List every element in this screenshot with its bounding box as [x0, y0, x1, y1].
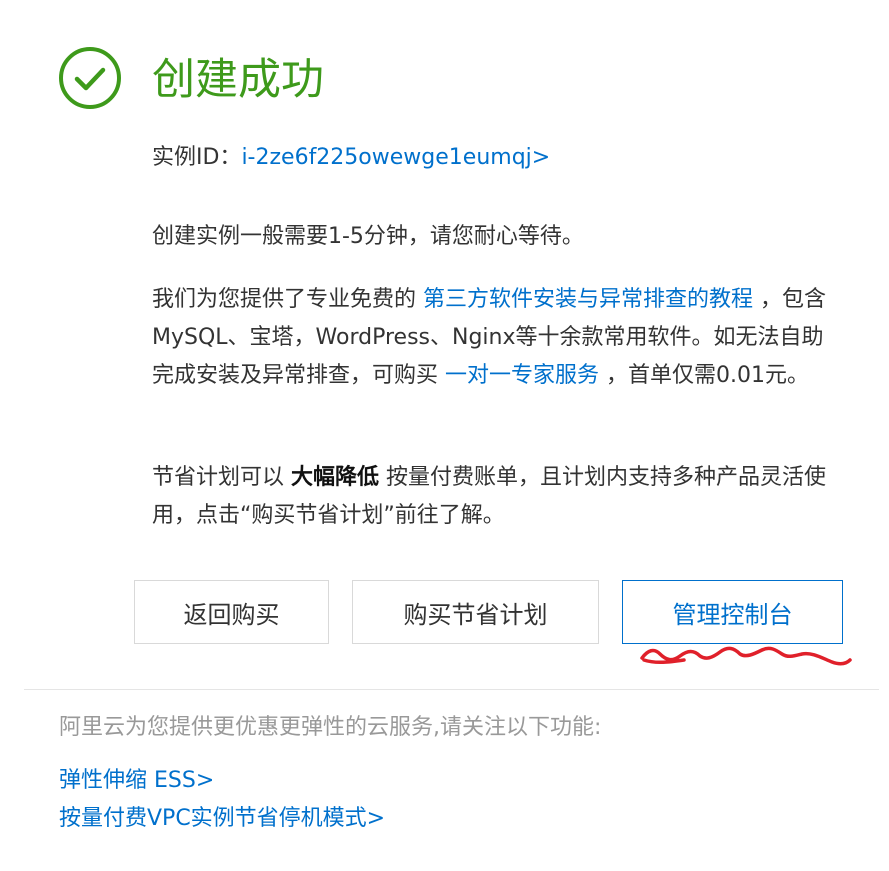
footer-note: 阿里云为您提供更优惠更弹性的云服务,请关注以下功能: [59, 715, 602, 740]
wait-message: 创建实例一般需要1-5分钟，请您耐心等待。 [152, 224, 584, 249]
instance-id-label: 实例ID： [152, 145, 242, 170]
tutorial-link[interactable]: 第三方软件安装与异常排查的教程 [423, 287, 753, 312]
buy-savings-plan-button[interactable]: 购买节省计划 [352, 580, 599, 644]
tutorial-prefix: 我们为您提供了专业免费的 [152, 287, 423, 312]
plan-bold-text: 大幅降低 [291, 465, 380, 490]
auto-scaling-link[interactable]: 弹性伸缩 ESS> [59, 762, 385, 800]
divider [24, 689, 879, 690]
tutorial-suffix: ，首单仅需0.01元。 [599, 363, 809, 388]
tutorial-message: 我们为您提供了专业免费的 第三方软件安装与异常排查的教程 ，包含MySQL、宝塔… [152, 281, 842, 395]
page-title: 创建成功 [152, 55, 324, 105]
expert-service-link[interactable]: 一对一专家服务 [445, 363, 599, 388]
instance-id-link[interactable]: i-2ze6f225owewge1eumqj> [241, 145, 550, 170]
savings-plan-message: 节省计划可以 大幅降低 按量付费账单，且计划内支持多种产品灵活使用，点击“购买节… [152, 459, 842, 535]
vpc-stop-mode-link[interactable]: 按量付费VPC实例节省停机模式> [59, 800, 385, 838]
red-underline-annotation [640, 646, 852, 666]
back-to-purchase-button[interactable]: 返回购买 [134, 580, 329, 644]
plan-prefix: 节省计划可以 [152, 465, 291, 490]
management-console-button[interactable]: 管理控制台 [622, 580, 843, 644]
footer-links: 弹性伸缩 ESS> 按量付费VPC实例节省停机模式> [59, 762, 385, 838]
instance-id-row: 实例ID：i-2ze6f225owewge1eumqj> [152, 142, 550, 174]
check-circle-icon [59, 47, 121, 109]
